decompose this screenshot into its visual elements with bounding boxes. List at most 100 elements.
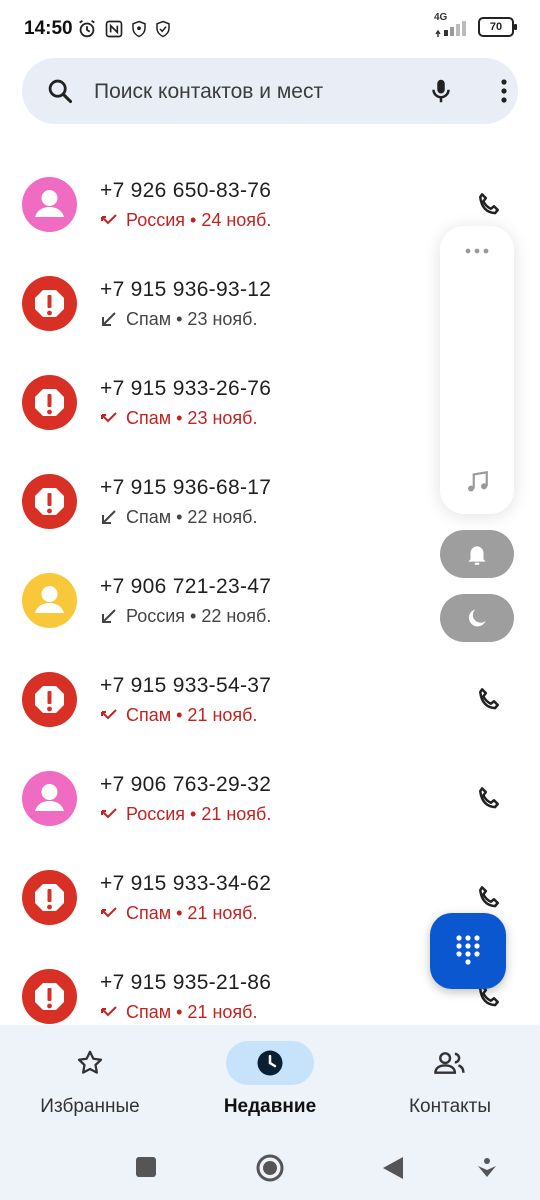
nav-recents-icon-wrap [226,1041,314,1085]
search-bar[interactable]: Поиск контактов и мест [22,58,518,124]
phone-icon[interactable] [474,685,504,720]
recents-square-icon[interactable] [135,1156,157,1183]
call-meta-text: Спам • 21 нояб. [126,903,258,923]
person-icon [35,784,64,811]
missed-call-icon [101,1005,117,1016]
call-meta: Спам • 21 нояб. [100,903,257,924]
call-row[interactable]: +7 906 763-29-32 Россия • 21 нояб. [0,744,540,843]
call-meta-text: Россия • 24 нояб. [126,210,272,230]
bell-icon [468,546,486,565]
bottom-nav: Избранные Недавние Контакты [0,1025,540,1135]
avatar [22,969,77,1024]
nav-recents[interactable]: Недавние [180,1025,360,1135]
star-icon [77,1050,103,1074]
call-meta-text: Спам • 21 нояб. [126,1002,258,1022]
shield-check-icon [154,19,172,44]
call-meta-text: Спам • 23 нояб. [126,309,258,329]
status-bar: 14:50 4G 70 [0,0,540,60]
missed-call-icon [101,807,117,818]
call-meta: Спам • 23 нояб. [100,309,257,330]
call-number: +7 915 935-21-86 [100,971,272,994]
call-meta: Спам • 21 нояб. [100,1002,257,1023]
status-icons-left [76,18,172,45]
nav-recents-label: Недавние [223,1096,317,1117]
call-meta-text: Россия • 22 нояб. [126,606,272,626]
call-meta: Россия • 21 нояб. [100,804,271,825]
call-number: +7 926 650-83-76 [100,179,272,202]
people-icon [434,1052,465,1074]
call-meta-text: Спам • 21 нояб. [126,705,258,725]
call-meta-text: Россия • 21 нояб. [126,804,272,824]
call-number: +7 915 936-93-12 [100,278,272,301]
quick-panel[interactable] [440,226,514,514]
missed-call-icon [101,213,117,224]
search-icon [46,77,74,110]
alarm-icon [76,18,98,45]
person-icon [35,586,64,613]
nfc-icon [104,19,124,44]
spam-icon [35,389,64,416]
phone-icon[interactable] [474,190,504,225]
missed-call-icon [101,411,117,422]
call-number: +7 915 933-34-62 [100,872,272,895]
avatar [22,474,77,529]
dialpad-button[interactable] [430,913,506,989]
avatar [22,276,77,331]
call-meta-text: Спам • 22 нояб. [126,507,258,527]
call-meta: Россия • 24 нояб. [100,210,271,231]
avatar [22,672,77,727]
call-meta-text: Спам • 23 нояб. [126,408,258,428]
call-number: +7 915 936-68-17 [100,476,272,499]
spam-icon [35,488,64,515]
home-circle-icon[interactable] [255,1153,285,1188]
bell-button[interactable] [440,530,514,578]
avatar [22,375,77,430]
clock-icon [257,1050,283,1076]
call-meta: Спам • 23 нояб. [100,408,257,429]
avatar [22,573,77,628]
more-horiz-icon[interactable] [464,242,490,260]
system-nav [0,1135,540,1200]
nav-favorites-icon-wrap [46,1041,134,1085]
nav-favorites[interactable]: Избранные [0,1025,180,1135]
call-number: +7 906 763-29-32 [100,773,272,796]
moon-icon [468,609,486,627]
call-number: +7 915 933-26-76 [100,377,272,400]
avatar [22,771,77,826]
shield-icon [130,19,148,44]
incoming-call-icon [102,509,116,524]
status-time: 14:50 [24,18,73,39]
spam-icon [35,983,64,1010]
missed-call-icon [101,708,117,719]
nav-contacts[interactable]: Контакты [360,1025,540,1135]
person-icon [35,190,64,217]
missed-call-icon [101,906,117,917]
assistant-icon[interactable] [476,1157,498,1184]
nav-contacts-icon-wrap [406,1041,494,1085]
spam-icon [35,884,64,911]
call-number: +7 915 933-54-37 [100,674,272,697]
music-note-icon[interactable] [464,469,490,500]
incoming-call-icon [102,608,116,623]
call-meta: Спам • 21 нояб. [100,705,257,726]
status-right: 4G 70 [434,12,517,38]
avatar [22,870,77,925]
more-vert-icon[interactable] [492,76,516,111]
nav-favorites-label: Избранные [40,1096,140,1117]
incoming-call-icon [102,311,116,326]
avatar [22,177,77,232]
battery-icon: 70 [478,17,517,37]
spam-icon [35,290,64,317]
call-row[interactable]: +7 915 933-54-37 Спам • 21 нояб. [0,645,540,744]
mic-icon[interactable] [426,75,456,112]
dialpad-icon [456,935,480,965]
moon-button[interactable] [440,594,514,642]
spam-icon [35,686,64,713]
search-input[interactable]: Поиск контактов и мест [94,80,323,104]
call-meta: Спам • 22 нояб. [100,507,257,528]
signal-icon: 4G [434,12,468,38]
back-triangle-icon[interactable] [381,1155,405,1186]
nav-contacts-label: Контакты [408,1096,492,1117]
call-meta: Россия • 22 нояб. [100,606,271,627]
phone-icon[interactable] [474,784,504,819]
